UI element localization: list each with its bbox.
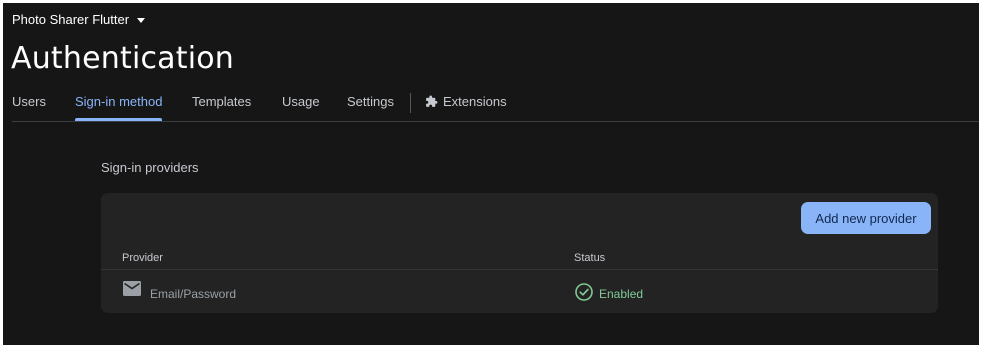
page-title: Authentication xyxy=(11,41,235,76)
extension-icon xyxy=(426,95,438,107)
tab-extensions[interactable]: Extensions xyxy=(425,89,507,120)
app-window: Photo Sharer Flutter Authentication User… xyxy=(3,3,979,345)
table-row[interactable]: Email/Password Enabled xyxy=(101,270,938,313)
check-circle-icon xyxy=(575,283,593,301)
tab-divider xyxy=(410,93,411,113)
column-header-status: Status xyxy=(574,252,606,264)
tab-extensions-label: Extensions xyxy=(443,94,507,109)
tab-settings[interactable]: Settings xyxy=(347,89,394,120)
column-header-provider: Provider xyxy=(122,252,163,264)
project-name: Photo Sharer Flutter xyxy=(12,12,130,27)
providers-card: Add new provider Provider Status Email/P… xyxy=(101,193,938,313)
tab-templates[interactable]: Templates xyxy=(192,89,251,120)
section-title: Sign-in providers xyxy=(101,160,199,175)
tab-sign-in-method[interactable]: Sign-in method xyxy=(75,89,163,121)
status-badge: Enabled xyxy=(599,287,644,301)
mail-icon xyxy=(123,281,141,296)
add-new-provider-button[interactable]: Add new provider xyxy=(801,202,931,234)
tab-users[interactable]: Users xyxy=(12,89,46,120)
tab-usage[interactable]: Usage xyxy=(282,89,320,120)
provider-name: Email/Password xyxy=(150,287,237,301)
project-selector[interactable]: Photo Sharer Flutter xyxy=(12,12,146,27)
caret-down-icon xyxy=(137,17,146,23)
tab-bar: Users Sign-in method Templates Usage Set… xyxy=(12,89,979,122)
